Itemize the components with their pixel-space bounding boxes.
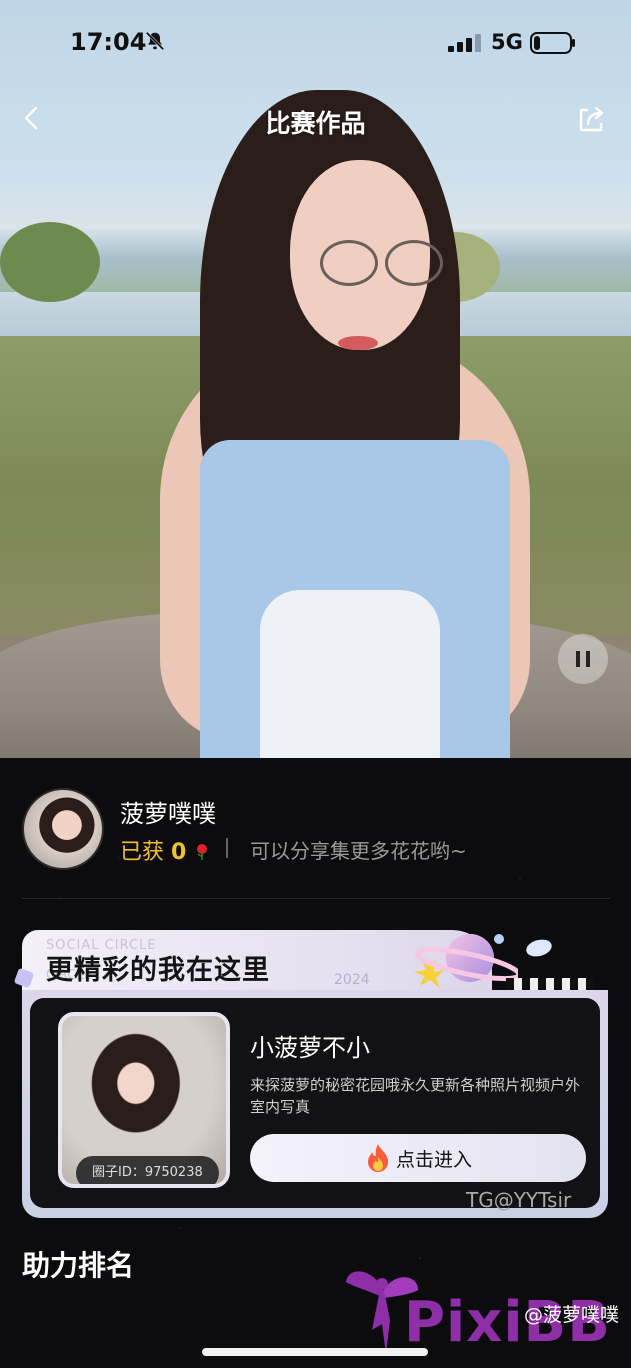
username[interactable]: 菠萝噗噗 (120, 794, 216, 829)
checker-stripe (506, 978, 594, 990)
promo-body: 圈子ID：9750238 小菠萝不小 来探菠萝的秘密花园哦永久更新各种照片视频户… (22, 990, 608, 1218)
decor-bubble (524, 936, 554, 960)
hero-photo[interactable]: 17:04 5G 比赛作品 (0, 0, 631, 758)
glasses (385, 240, 443, 286)
promo-title: 更精彩的我在这里 (46, 955, 270, 986)
earned-count: 0 (171, 840, 187, 865)
circle-id-badge: 圈子ID：9750238 (76, 1156, 219, 1184)
circle-thumbnail[interactable]: 圈子ID：9750238 (58, 1012, 230, 1188)
network-type: 5G (491, 30, 523, 54)
subject-person (140, 90, 540, 758)
page-title: 比赛作品 (265, 109, 366, 138)
signal-icon (448, 34, 481, 52)
tree (0, 222, 100, 302)
decor-bubble (494, 934, 504, 944)
ranking-title: 助力排名 (22, 1249, 135, 1282)
avatar[interactable] (22, 788, 104, 870)
watermark-tg: TG@YYTsir (466, 1188, 572, 1212)
enter-circle-button[interactable]: 点击进入 (250, 1134, 586, 1182)
pause-icon (586, 651, 590, 667)
bell-muted-icon (145, 31, 165, 51)
pause-icon (576, 651, 580, 667)
header-year: 2024 (334, 972, 370, 988)
glasses (320, 240, 378, 286)
fire-icon (367, 1144, 388, 1172)
watermark-user: @菠萝噗噗 (524, 1304, 620, 1326)
circle-card[interactable]: 圈子ID：9750238 小菠萝不小 来探菠萝的秘密花园哦永久更新各种照片视频户… (30, 998, 600, 1208)
status-bar: 17:04 5G (0, 0, 631, 86)
circle-description: 来探菠萝的秘密花园哦永久更新各种照片视频户外 室内写真 (250, 1076, 581, 1116)
subject-apron (260, 590, 440, 758)
promo-card[interactable]: SOCIAL CIRCLE CIRCLE 2024 更精彩的我在这里 圈子ID：… (13, 928, 610, 1220)
rose-icon (197, 844, 208, 860)
share-hint: 可以分享集更多花花哟~ (250, 839, 467, 863)
pause-button[interactable] (558, 634, 608, 684)
home-indicator[interactable] (202, 1348, 428, 1356)
battery-icon (530, 32, 575, 54)
status-time: 17:04 (70, 28, 147, 56)
subject-lips (338, 336, 378, 350)
divider (226, 838, 228, 858)
content-panel: 菠萝噗噗 已获 0 可以分享集更多花花哟~ SOCIAL CIRCLE CIRC… (0, 758, 631, 1368)
flowers-earned: 已获 0 (120, 834, 211, 866)
section-divider (22, 898, 610, 899)
circle-name: 小菠萝不小 (250, 1034, 370, 1062)
enter-button-label: 点击进入 (395, 1148, 472, 1171)
share-icon[interactable] (574, 102, 608, 136)
earned-label: 已获 (120, 840, 165, 865)
